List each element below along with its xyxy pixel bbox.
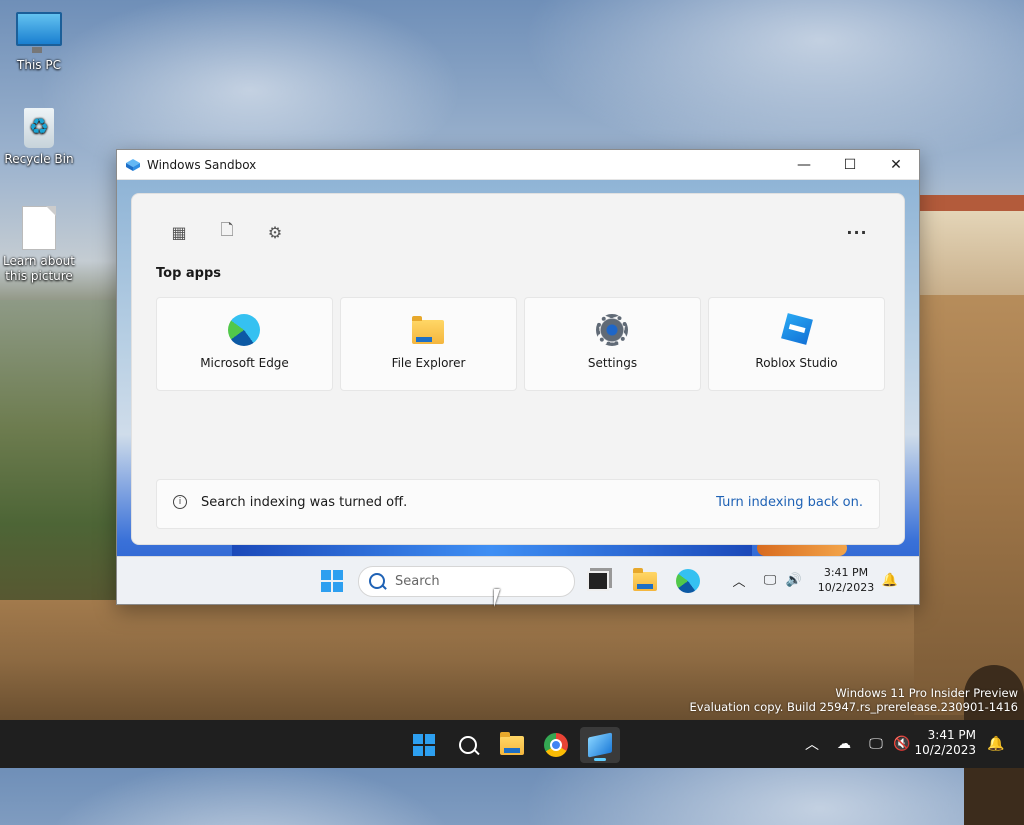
start-button[interactable] bbox=[404, 727, 444, 763]
windows-logo-icon bbox=[321, 570, 343, 592]
edge-icon bbox=[676, 569, 700, 593]
clock-date: 10/2/2023 bbox=[817, 581, 875, 594]
network-icon[interactable]: 🖵 bbox=[866, 735, 886, 753]
show-hidden-icons-button[interactable]: ︿ bbox=[802, 735, 822, 753]
onedrive-icon[interactable]: ☁ bbox=[834, 735, 854, 753]
recycle-bin-icon: ♻ bbox=[24, 108, 54, 148]
search-panel: ▦ 🗋 ⚙ ··· Top apps Microsoft Edge File E… bbox=[131, 193, 905, 545]
top-apps-list: Microsoft Edge File Explorer Settings Ro… bbox=[156, 297, 885, 391]
settings-gear-icon bbox=[596, 314, 628, 346]
sandbox-icon bbox=[126, 158, 140, 171]
network-icon[interactable]: 🖵 bbox=[761, 572, 779, 588]
app-tile-roblox-studio[interactable]: Roblox Studio bbox=[708, 297, 885, 391]
edge-icon bbox=[228, 314, 260, 346]
chrome-icon bbox=[544, 733, 568, 757]
file-explorer-icon bbox=[633, 567, 657, 591]
indexing-notice-text: Search indexing was turned off. bbox=[201, 495, 408, 510]
search-icon bbox=[459, 736, 477, 754]
windows-sandbox-button[interactable] bbox=[580, 727, 620, 763]
notification-bell-icon[interactable]: 🔔 bbox=[881, 572, 899, 588]
clock-time: 3:41 PM bbox=[823, 566, 869, 579]
watermark-line-1: Windows 11 Pro Insider Preview bbox=[835, 686, 1018, 700]
volume-icon[interactable]: 🔊 bbox=[785, 572, 803, 588]
chevron-up-icon: ︿ bbox=[732, 574, 746, 590]
app-tile-microsoft-edge[interactable]: Microsoft Edge bbox=[156, 297, 333, 391]
sandbox-desktop: ▦ 🗋 ⚙ ··· Top apps Microsoft Edge File E… bbox=[117, 180, 919, 604]
notification-bell-icon[interactable]: 🔔 bbox=[986, 735, 1006, 753]
clock-date: 10/2/2023 bbox=[914, 743, 976, 757]
sandbox-window[interactable]: Windows Sandbox — ☐ ✕ ▦ 🗋 ⚙ ··· Top apps… bbox=[116, 149, 920, 605]
roblox-studio-icon bbox=[781, 313, 816, 348]
wallpaper-town bbox=[914, 195, 1024, 295]
info-icon: i bbox=[173, 495, 187, 509]
clock-time: 3:41 PM bbox=[927, 728, 976, 742]
this-pc-icon bbox=[16, 12, 62, 53]
search-panel-tabs: ▦ 🗋 ⚙ bbox=[164, 220, 290, 244]
window-title: Windows Sandbox bbox=[147, 157, 257, 172]
desktop-icon-learn-about-picture[interactable]: Learn about this picture bbox=[0, 206, 78, 284]
indexing-notice: i Search indexing was turned off. Turn i… bbox=[156, 479, 880, 529]
app-tile-settings[interactable]: Settings bbox=[524, 297, 701, 391]
search-icon bbox=[369, 573, 385, 589]
file-explorer-button[interactable] bbox=[492, 727, 532, 763]
chevron-up-icon: ︿ bbox=[805, 737, 819, 753]
window-titlebar[interactable]: Windows Sandbox — ☐ ✕ bbox=[117, 150, 919, 180]
task-view-icon bbox=[587, 571, 609, 591]
search-placeholder: Search bbox=[395, 574, 440, 589]
desktop-icon-recycle-bin[interactable]: ♻ Recycle Bin bbox=[0, 108, 78, 167]
desktop-icon-this-pc[interactable]: This PC bbox=[0, 12, 78, 73]
app-tile-label: Microsoft Edge bbox=[200, 356, 289, 370]
app-tile-file-explorer[interactable]: File Explorer bbox=[340, 297, 517, 391]
settings-icon: ⚙ bbox=[267, 222, 283, 242]
app-tile-label: Settings bbox=[587, 356, 638, 370]
desktop-icon-label: Recycle Bin bbox=[4, 152, 74, 166]
maximize-button[interactable]: ☐ bbox=[827, 150, 873, 179]
sandbox-taskbar: Search ︿ 🖵 🔊 3:41 PM 10/2/2023 🔔 bbox=[117, 556, 919, 604]
more-icon: ··· bbox=[846, 222, 868, 242]
desktop-icon-label: Learn about this picture bbox=[3, 254, 75, 283]
taskbar: ︿ ☁ 🖵 🔇 3:41 PM 10/2/2023 🔔 bbox=[0, 720, 1024, 768]
maximize-icon: ☐ bbox=[843, 156, 857, 173]
wallpaper-bridge bbox=[914, 285, 1024, 825]
app-tile-label: Roblox Studio bbox=[755, 356, 838, 370]
sandbox-icon bbox=[588, 732, 612, 758]
sandbox-search-box[interactable]: Search bbox=[358, 566, 575, 597]
close-icon: ✕ bbox=[890, 156, 902, 173]
minimize-button[interactable]: — bbox=[781, 150, 827, 179]
watermark-line-2: Evaluation copy. Build 25947.rs_prerelea… bbox=[689, 700, 1018, 714]
chrome-button[interactable] bbox=[536, 727, 576, 763]
more-options-button[interactable]: ··· bbox=[842, 220, 872, 244]
desktop-icon-label: This PC bbox=[17, 58, 61, 72]
file-explorer-icon bbox=[412, 316, 444, 352]
mouse-cursor bbox=[494, 589, 506, 607]
sandbox-file-explorer-button[interactable] bbox=[629, 565, 661, 597]
wallpaper-valley bbox=[0, 300, 120, 620]
minimize-icon: — bbox=[797, 156, 811, 173]
sandbox-clock[interactable]: 3:41 PM 10/2/2023 bbox=[811, 565, 881, 595]
apps-tab[interactable]: ▦ bbox=[164, 220, 194, 244]
documents-tab[interactable]: 🗋 bbox=[212, 220, 242, 244]
sandbox-task-view-button[interactable] bbox=[582, 565, 614, 597]
settings-tab[interactable]: ⚙ bbox=[260, 220, 290, 244]
apps-icon: ▦ bbox=[171, 222, 187, 242]
close-button[interactable]: ✕ bbox=[873, 150, 919, 179]
file-explorer-icon bbox=[500, 731, 524, 755]
windows-logo-icon bbox=[413, 734, 435, 756]
search-button[interactable] bbox=[448, 727, 488, 763]
document-icon: 🗋 bbox=[220, 219, 234, 239]
turn-indexing-on-link[interactable]: Turn indexing back on. bbox=[716, 495, 863, 510]
app-tile-label: File Explorer bbox=[391, 356, 466, 370]
top-apps-heading: Top apps bbox=[156, 266, 222, 281]
sandbox-edge-button[interactable] bbox=[672, 565, 704, 597]
document-icon bbox=[22, 206, 56, 250]
sandbox-start-button[interactable] bbox=[316, 565, 348, 597]
clock[interactable]: 3:41 PM 10/2/2023 bbox=[896, 728, 976, 758]
show-hidden-icons-button[interactable]: ︿ bbox=[730, 572, 748, 590]
evaluation-watermark: Windows 11 Pro Insider Preview Evaluatio… bbox=[690, 686, 1018, 714]
